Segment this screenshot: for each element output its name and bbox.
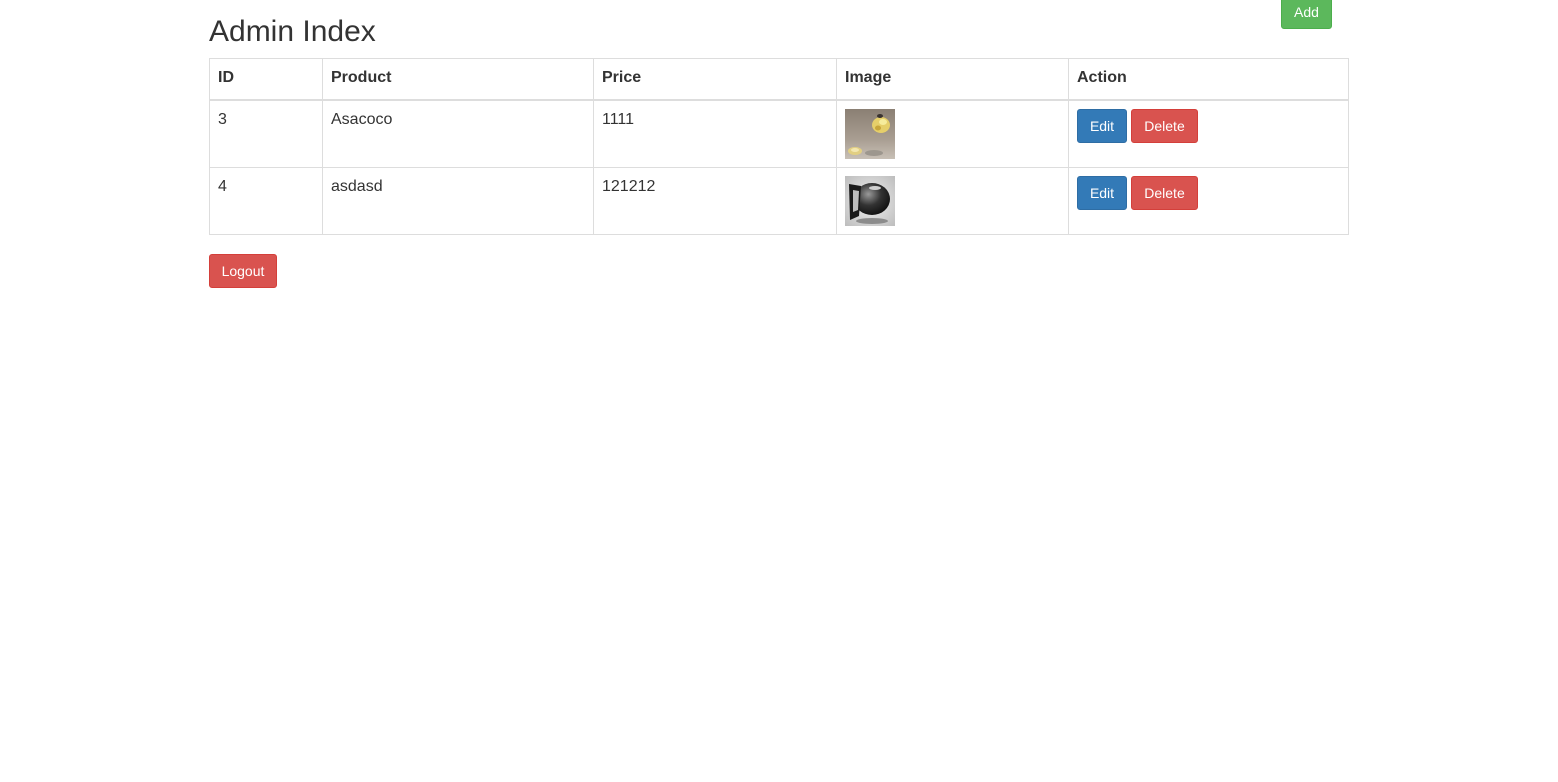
table-body: 3 Asacoco 1111 Edit Delete 4 asdasd 1212… [209,99,1349,235]
cell-image [836,167,1069,235]
page-title: Admin Index [209,15,376,48]
edit-button[interactable]: Edit [1077,176,1127,210]
column-header-id: ID [209,58,323,101]
table-row: 3 Asacoco 1111 Edit Delete [209,99,1349,168]
products-table: ID Product Price Image Action 3 Asacoco … [209,58,1349,235]
delete-button[interactable]: Delete [1131,109,1198,143]
cell-id: 4 [209,167,323,235]
table-header-row: ID Product Price Image Action [209,58,1349,101]
cell-image [836,99,1069,168]
column-header-product: Product [322,58,594,101]
column-header-image: Image [836,58,1069,101]
cell-actions: Edit Delete [1068,167,1349,235]
edit-button[interactable]: Edit [1077,109,1127,143]
cell-price: 121212 [593,167,837,235]
add-button[interactable]: Add [1281,0,1332,29]
cell-id: 3 [209,99,323,168]
logout-button[interactable]: Logout [209,254,277,288]
cell-price: 1111 [593,99,837,168]
cell-actions: Edit Delete [1068,99,1349,168]
cell-product: asdasd [322,167,594,235]
column-header-price: Price [593,58,837,101]
table-row: 4 asdasd 121212 Edit Delete [209,167,1349,235]
table-header: ID Product Price Image Action [209,58,1349,101]
column-header-action: Action [1068,58,1349,101]
product-thumbnail-helmet [845,176,895,226]
cell-product: Asacoco [322,99,594,168]
delete-button[interactable]: Delete [1131,176,1198,210]
product-thumbnail-lemon [845,109,895,159]
